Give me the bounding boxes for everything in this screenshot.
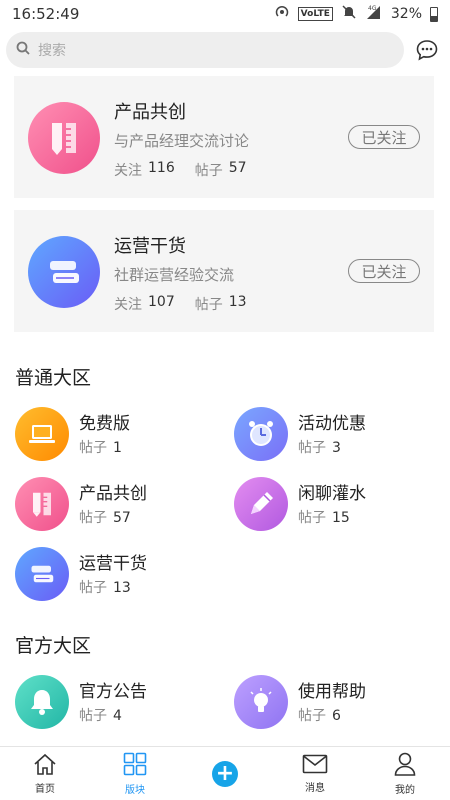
board-item-announcements[interactable]: 官方公告 帖子 4 — [15, 675, 215, 731]
followed-button[interactable]: 已关注 — [348, 259, 420, 283]
board-posts: 帖子 6 — [298, 705, 341, 725]
signal-icon: 4G — [365, 4, 383, 24]
followed-button[interactable]: 已关注 — [348, 125, 420, 149]
bell-icon — [15, 675, 69, 729]
board-name: 运营干货 — [79, 554, 147, 574]
board-desc: 社群运营经验交流 — [114, 266, 235, 284]
plus-icon: + — [212, 760, 238, 787]
board-posts: 帖子 57 — [79, 507, 131, 527]
search-placeholder: 搜索 — [38, 43, 66, 59]
follow-count: 116 — [148, 160, 175, 176]
user-icon — [394, 752, 416, 779]
post-count-label: 帖子 — [298, 440, 326, 456]
post-count-label: 帖子 — [79, 510, 107, 526]
post-count-label: 帖子 — [194, 297, 223, 313]
board-name: 活动优惠 — [298, 414, 366, 434]
tab-label: 消息 — [305, 782, 325, 794]
status-time: 16:52:49 — [12, 5, 80, 23]
post-count: 3 — [332, 440, 341, 456]
board-posts: 帖子 13 — [79, 577, 131, 597]
pencil-icon — [234, 477, 288, 531]
books-icon — [15, 547, 69, 601]
books-icon — [28, 236, 100, 308]
post-count: 57 — [113, 510, 131, 526]
tab-boards[interactable]: 版块 — [90, 747, 180, 800]
board-name: 产品共创 — [79, 484, 147, 504]
board-item-operations[interactable]: 运营干货 帖子 13 — [15, 547, 215, 603]
board-title: 运营干货 — [114, 236, 186, 257]
board-item-chat[interactable]: 闲聊灌水 帖子 15 — [234, 477, 434, 533]
search-row: 搜索 — [6, 32, 444, 68]
bottom-tab-bar: 首页 版块 + 消息 我的 — [0, 746, 450, 800]
post-count-label: 帖子 — [79, 440, 107, 456]
status-icons: VoLTE 4G 32% — [274, 4, 438, 24]
board-posts: 帖子 1 — [79, 437, 122, 457]
followed-board-card[interactable]: 产品共创 与产品经理交流讨论 关注 116 帖子 57 已关注 — [14, 76, 434, 198]
alarm-clock-icon — [234, 407, 288, 461]
post-count-label: 帖子 — [79, 580, 107, 596]
battery-percent: 32% — [390, 6, 422, 22]
board-item-promotions[interactable]: 活动优惠 帖子 3 — [234, 407, 434, 463]
post-count: 1 — [113, 440, 122, 456]
tab-label: 首页 — [35, 783, 55, 795]
tab-create[interactable]: + — [180, 747, 270, 800]
post-count: 6 — [332, 708, 341, 724]
ruler-pencil-icon — [15, 477, 69, 531]
post-count-label: 帖子 — [194, 163, 223, 179]
volte-badge: VoLTE — [297, 7, 333, 21]
board-item-free[interactable]: 免费版 帖子 1 — [15, 407, 215, 463]
board-desc: 与产品经理交流讨论 — [114, 132, 250, 150]
search-input[interactable]: 搜索 — [6, 32, 404, 68]
mute-icon — [341, 4, 357, 24]
post-count: 13 — [228, 294, 247, 310]
section-title-general: 普通大区 — [15, 367, 92, 389]
board-title: 产品共创 — [114, 102, 186, 123]
board-name: 免费版 — [79, 414, 130, 434]
board-posts: 帖子 4 — [79, 705, 122, 725]
board-item-product[interactable]: 产品共创 帖子 57 — [15, 477, 215, 533]
post-count: 4 — [113, 708, 122, 724]
post-count-label: 帖子 — [79, 708, 107, 724]
board-stats: 关注 116 帖子 57 — [114, 160, 261, 180]
laptop-icon — [15, 407, 69, 461]
post-count: 13 — [113, 580, 131, 596]
board-posts: 帖子 15 — [298, 507, 350, 527]
grid-icon — [123, 752, 147, 779]
home-icon — [33, 753, 57, 778]
tab-label: 我的 — [395, 784, 415, 796]
board-name: 使用帮助 — [298, 682, 366, 702]
search-icon — [16, 41, 30, 59]
mail-icon — [302, 754, 328, 777]
post-count: 15 — [332, 510, 350, 526]
tab-home[interactable]: 首页 — [0, 747, 90, 800]
screen: 16:52:49 VoLTE 4G 32% 搜索 产品共创 与产品经理交流讨论 … — [0, 0, 450, 800]
followed-board-card[interactable]: 运营干货 社群运营经验交流 关注 107 帖子 13 已关注 — [14, 210, 434, 332]
chat-icon[interactable] — [414, 37, 440, 63]
post-count: 57 — [228, 160, 247, 176]
lightbulb-icon — [234, 675, 288, 729]
board-stats: 关注 107 帖子 13 — [114, 294, 261, 314]
battery-icon — [430, 6, 438, 22]
follow-count-label: 关注 — [114, 297, 142, 313]
board-item-help[interactable]: 使用帮助 帖子 6 — [234, 675, 434, 731]
follow-count-label: 关注 — [114, 163, 142, 179]
tab-profile[interactable]: 我的 — [360, 747, 450, 800]
post-count-label: 帖子 — [298, 708, 326, 724]
tab-messages[interactable]: 消息 — [270, 747, 360, 800]
hotspot-icon — [274, 4, 290, 24]
board-name: 官方公告 — [79, 682, 147, 702]
post-count-label: 帖子 — [298, 510, 326, 526]
board-name: 闲聊灌水 — [298, 484, 366, 504]
ruler-pencil-icon — [28, 102, 100, 174]
status-bar: 16:52:49 VoLTE 4G 32% — [0, 0, 450, 28]
board-posts: 帖子 3 — [298, 437, 341, 457]
follow-count: 107 — [148, 294, 175, 310]
section-title-official: 官方大区 — [15, 635, 92, 657]
tab-label: 版块 — [125, 784, 145, 796]
